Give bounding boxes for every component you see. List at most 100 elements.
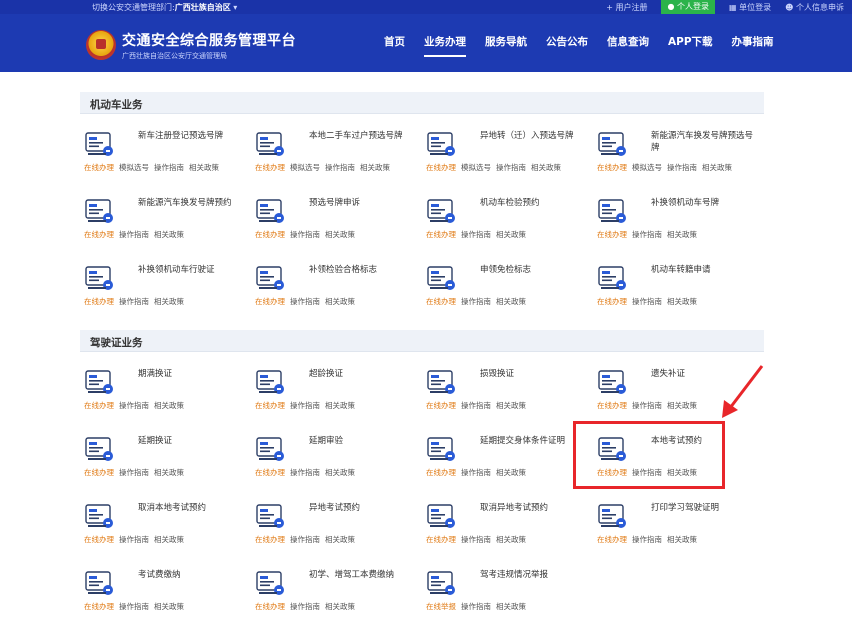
action-link[interactable]: 相关政策 (496, 535, 526, 544)
action-link[interactable]: 相关政策 (325, 297, 355, 306)
online-handle-link[interactable]: 在线办理 (255, 602, 285, 611)
action-link[interactable]: 相关政策 (154, 468, 184, 477)
service-item[interactable]: 损毁换证 在线办理 操作指南 相关政策 (422, 362, 593, 422)
action-link[interactable]: 相关政策 (496, 468, 526, 477)
service-label[interactable]: 异地转（迁）入预选号牌 (470, 130, 588, 142)
action-link[interactable]: 相关政策 (667, 401, 697, 410)
service-item[interactable]: 新车注册登记预选号牌 在线办理 模拟选号 操作指南 相关政策 (80, 124, 251, 184)
online-handle-link[interactable]: 在线办理 (426, 401, 456, 410)
action-link[interactable]: 相关政策 (531, 163, 561, 172)
service-label[interactable]: 延期审验 (299, 435, 417, 447)
online-handle-link[interactable]: 在线办理 (84, 535, 114, 544)
nav-home[interactable]: 首页 (384, 34, 405, 57)
action-link[interactable]: 相关政策 (496, 230, 526, 239)
action-link[interactable]: 操作指南 (461, 602, 491, 611)
online-handle-link[interactable]: 在线办理 (597, 163, 627, 172)
action-link[interactable]: 相关政策 (154, 230, 184, 239)
online-handle-link[interactable]: 在线办理 (426, 230, 456, 239)
service-label[interactable]: 异地考试预约 (299, 502, 417, 514)
nav-app-download[interactable]: APP下载 (668, 34, 713, 57)
nav-guide[interactable]: 办事指南 (732, 34, 774, 57)
online-handle-link[interactable]: 在线办理 (597, 401, 627, 410)
service-item[interactable]: 补换领机动车号牌在线办理 操作指南 相关政策 (593, 191, 764, 251)
service-item[interactable]: 驾考违规情况举报 在线举报 操作指南 相关政策 (422, 563, 593, 623)
service-item[interactable]: 延期换证 在线办理 操作指南 相关政策 (80, 429, 251, 489)
personal-login-button[interactable]: ● 个人登录 (661, 0, 715, 14)
action-link[interactable]: 相关政策 (154, 297, 184, 306)
service-label[interactable]: 延期提交身体条件证明 (470, 435, 588, 447)
service-item[interactable]: 异地转（迁）入预选号牌在线办理 模拟选号 操作指南 相关政策 (422, 124, 593, 184)
action-link[interactable]: 相关政策 (496, 602, 526, 611)
action-link[interactable]: 操作指南 (461, 230, 491, 239)
service-item[interactable]: 机动车检验预约在线办理 操作指南 相关政策 (422, 191, 593, 251)
action-link[interactable]: 相关政策 (189, 163, 219, 172)
online-handle-link[interactable]: 在线举报 (426, 602, 456, 611)
online-handle-link[interactable]: 在线办理 (84, 602, 114, 611)
service-item[interactable]: 考试费缴纳 在线办理 操作指南 相关政策 (80, 563, 251, 623)
action-link[interactable]: 操作指南 (667, 163, 697, 172)
action-link[interactable]: 操作指南 (461, 401, 491, 410)
service-item[interactable]: 申领免检标志 在线办理 操作指南 相关政策 (422, 258, 593, 318)
action-link[interactable]: 模拟选号 (290, 163, 320, 172)
action-link[interactable]: 相关政策 (702, 163, 732, 172)
action-link[interactable]: 操作指南 (290, 602, 320, 611)
service-label[interactable]: 期满换证 (128, 368, 246, 380)
service-label[interactable]: 补领检验合格标志 (299, 264, 417, 276)
online-handle-link[interactable]: 在线办理 (84, 163, 114, 172)
service-item[interactable]: 补换领机动车行驶证 在线办理 操作指南 相关政策 (80, 258, 251, 318)
service-label[interactable]: 初学、增驾工本费缴纳 (299, 569, 417, 581)
service-label[interactable]: 新能源汽车换发号牌预约 (128, 197, 246, 209)
service-label[interactable]: 打印学习驾驶证明 (641, 502, 759, 514)
online-handle-link[interactable]: 在线办理 (597, 535, 627, 544)
online-handle-link[interactable]: 在线办理 (426, 163, 456, 172)
action-link[interactable]: 操作指南 (154, 163, 184, 172)
action-link[interactable]: 相关政策 (325, 401, 355, 410)
online-handle-link[interactable]: 在线办理 (255, 230, 285, 239)
online-handle-link[interactable]: 在线办理 (255, 401, 285, 410)
online-handle-link[interactable]: 在线办理 (84, 468, 114, 477)
action-link[interactable]: 相关政策 (667, 230, 697, 239)
action-link[interactable]: 相关政策 (325, 230, 355, 239)
online-handle-link[interactable]: 在线办理 (426, 535, 456, 544)
action-link[interactable]: 相关政策 (325, 535, 355, 544)
service-label[interactable]: 申领免检标志 (470, 264, 588, 276)
action-link[interactable]: 操作指南 (496, 163, 526, 172)
service-label[interactable]: 机动车检验预约 (470, 197, 588, 209)
action-link[interactable]: 操作指南 (290, 468, 320, 477)
action-link[interactable]: 操作指南 (290, 297, 320, 306)
action-link[interactable]: 操作指南 (632, 297, 662, 306)
action-link[interactable]: 操作指南 (290, 535, 320, 544)
action-link[interactable]: 操作指南 (632, 230, 662, 239)
action-link[interactable]: 模拟选号 (632, 163, 662, 172)
service-item[interactable]: 本地二手车过户预选号牌 在线办理 模拟选号 操作指南 相关政策 (251, 124, 422, 184)
action-link[interactable]: 模拟选号 (461, 163, 491, 172)
service-label[interactable]: 预选号牌申诉 (299, 197, 417, 209)
action-link[interactable]: 操作指南 (119, 468, 149, 477)
action-link[interactable]: 操作指南 (461, 535, 491, 544)
action-link[interactable]: 操作指南 (325, 163, 355, 172)
service-item[interactable]: 机动车转籍申请 在线办理 操作指南 相关政策 (593, 258, 764, 318)
service-label[interactable]: 补换领机动车号牌 (641, 197, 759, 209)
service-item[interactable]: 超龄换证 在线办理 操作指南 相关政策 (251, 362, 422, 422)
action-link[interactable]: 操作指南 (461, 297, 491, 306)
unit-login-link[interactable]: ▦ 单位登录 (729, 2, 771, 13)
online-handle-link[interactable]: 在线办理 (84, 401, 114, 410)
action-link[interactable]: 相关政策 (496, 297, 526, 306)
personal-info-link[interactable]: ☻ 个人信息申诉 (785, 2, 844, 13)
online-handle-link[interactable]: 在线办理 (597, 297, 627, 306)
online-handle-link[interactable]: 在线办理 (597, 230, 627, 239)
online-handle-link[interactable]: 在线办理 (255, 163, 285, 172)
action-link[interactable]: 相关政策 (154, 602, 184, 611)
action-link[interactable]: 操作指南 (290, 230, 320, 239)
service-label[interactable]: 本地二手车过户预选号牌 (299, 130, 417, 142)
service-item[interactable]: 延期提交身体条件证明 在线办理 操作指南 相关政策 (422, 429, 593, 489)
service-item[interactable]: 异地考试预约在线办理 操作指南 相关政策 (251, 496, 422, 556)
nav-service-guide[interactable]: 服务导航 (485, 34, 527, 57)
service-item[interactable]: 延期审验 在线办理 操作指南 相关政策 (251, 429, 422, 489)
service-item[interactable]: 新能源汽车换发号牌预选号牌 在线办理 模拟选号 操作指南 相关政策 (593, 124, 764, 184)
service-item[interactable]: 新能源汽车换发号牌预约 在线办理 操作指南 相关政策 (80, 191, 251, 251)
action-link[interactable]: 相关政策 (325, 468, 355, 477)
nav-announcements[interactable]: 公告公布 (546, 34, 588, 57)
action-link[interactable]: 操作指南 (290, 401, 320, 410)
online-handle-link[interactable]: 在线办理 (255, 535, 285, 544)
